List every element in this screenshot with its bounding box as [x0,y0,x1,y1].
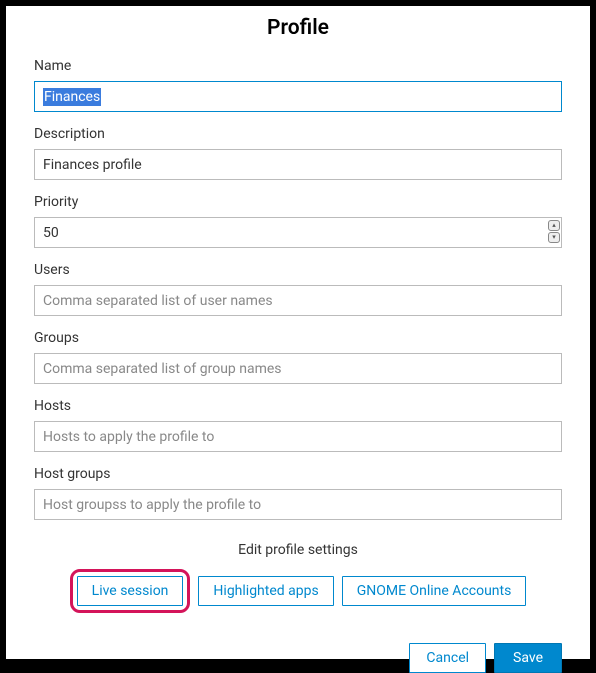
hostgroups-input[interactable] [34,489,562,520]
priority-down-button[interactable]: ▾ [548,232,560,243]
settings-label: Edit profile settings [34,542,562,558]
description-label: Description [34,126,562,142]
hosts-group: Hosts [34,398,562,452]
gnome-online-accounts-button[interactable]: GNOME Online Accounts [342,576,527,606]
description-group: Description [34,126,562,180]
users-input[interactable] [34,285,562,316]
name-group: Name Finances [34,58,562,112]
priority-spinner: ▴ ▾ [548,220,560,243]
name-input[interactable]: Finances [34,81,562,112]
name-value-selected: Finances [43,88,101,106]
hosts-label: Hosts [34,398,562,414]
priority-group: Priority ▴ ▾ [34,194,562,248]
settings-buttons: Live session Highlighted apps GNOME Onli… [34,569,562,613]
priority-input[interactable] [34,217,562,248]
groups-label: Groups [34,330,562,346]
description-input[interactable] [34,149,562,180]
profile-dialog: Profile Name Finances Description Priori… [6,6,590,659]
hosts-input[interactable] [34,421,562,452]
users-group: Users [34,262,562,316]
users-label: Users [34,262,562,278]
priority-label: Priority [34,194,562,210]
settings-section: Edit profile settings Live session Highl… [34,542,562,613]
dialog-title: Profile [34,16,562,40]
dialog-footer: Cancel Save [34,613,562,673]
groups-input[interactable] [34,353,562,384]
save-button[interactable]: Save [494,643,562,673]
cancel-button[interactable]: Cancel [409,643,486,673]
hostgroups-group: Host groups [34,466,562,520]
highlight-annotation: Live session [70,569,191,613]
priority-up-button[interactable]: ▴ [548,220,560,231]
live-session-button[interactable]: Live session [77,576,184,606]
groups-group: Groups [34,330,562,384]
highlighted-apps-button[interactable]: Highlighted apps [198,576,333,606]
name-label: Name [34,58,562,74]
hostgroups-label: Host groups [34,466,562,482]
